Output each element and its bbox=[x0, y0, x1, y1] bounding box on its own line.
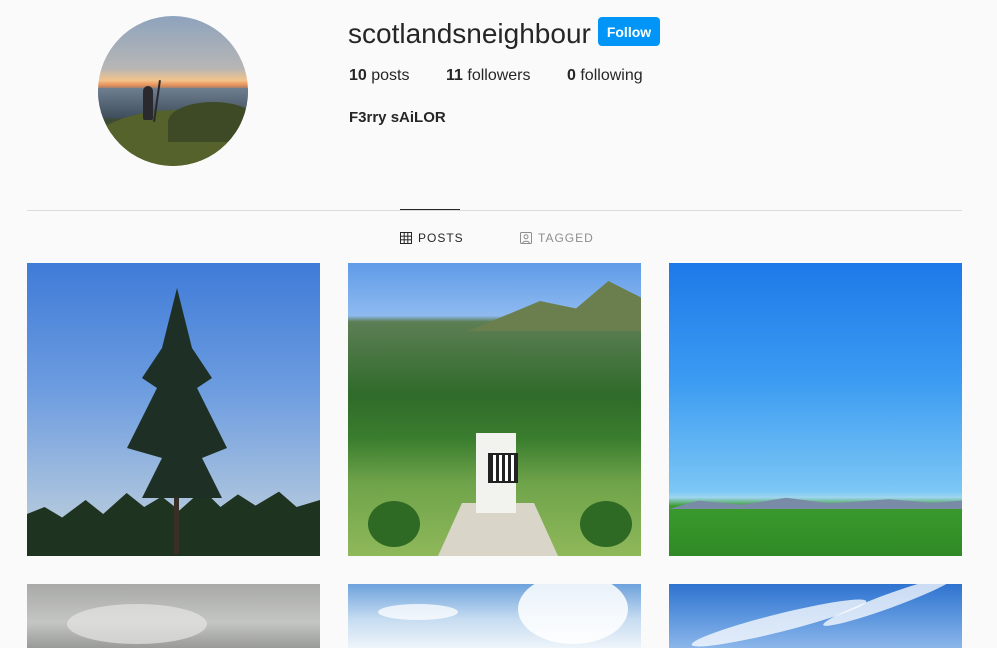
post-tile[interactable] bbox=[348, 263, 641, 556]
post-tile[interactable] bbox=[27, 584, 320, 648]
tab-posts-label: POSTS bbox=[418, 231, 464, 245]
posts-count: 10 bbox=[349, 67, 367, 84]
photo-bush bbox=[368, 501, 420, 547]
post-tile[interactable] bbox=[669, 584, 962, 648]
following-count: 0 bbox=[567, 67, 576, 84]
avatar-person bbox=[143, 86, 153, 120]
post-tile[interactable] bbox=[27, 263, 320, 556]
photo-sun-glow bbox=[518, 584, 628, 644]
photo-cloud bbox=[378, 604, 458, 620]
follow-button[interactable]: Follow bbox=[598, 17, 660, 46]
profile-full-name: F3rry sAiLOR bbox=[349, 109, 446, 126]
followers-label: followers bbox=[467, 67, 531, 84]
tabs-divider bbox=[27, 210, 962, 211]
followers-count: 11 bbox=[446, 67, 463, 84]
photo-cloud bbox=[67, 604, 207, 644]
grid-icon bbox=[400, 232, 412, 244]
photo-bush bbox=[580, 501, 632, 547]
post-tile[interactable] bbox=[348, 584, 641, 648]
following-label: following bbox=[580, 67, 643, 84]
profile-avatar[interactable] bbox=[98, 16, 248, 166]
photo-mountain bbox=[468, 281, 641, 331]
qr-code-icon bbox=[488, 453, 518, 483]
posts-label: posts bbox=[371, 67, 410, 84]
avatar-hill-dark bbox=[168, 102, 248, 142]
tab-tagged-label: TAGGED bbox=[538, 231, 594, 245]
photo-tall-tree bbox=[127, 288, 227, 554]
tab-posts[interactable]: POSTS bbox=[400, 231, 464, 245]
post-tile[interactable] bbox=[669, 263, 962, 556]
active-tab-indicator bbox=[400, 209, 460, 210]
following-stat[interactable]: 0 following bbox=[567, 67, 643, 85]
followers-stat[interactable]: 11 followers bbox=[446, 67, 531, 85]
tab-tagged[interactable]: TAGGED bbox=[520, 231, 594, 245]
posts-stat: 10 posts bbox=[349, 67, 410, 85]
profile-username: scotlandsneighbour bbox=[348, 18, 591, 49]
photo-distant-hills bbox=[669, 497, 962, 509]
tag-person-icon bbox=[520, 232, 532, 244]
